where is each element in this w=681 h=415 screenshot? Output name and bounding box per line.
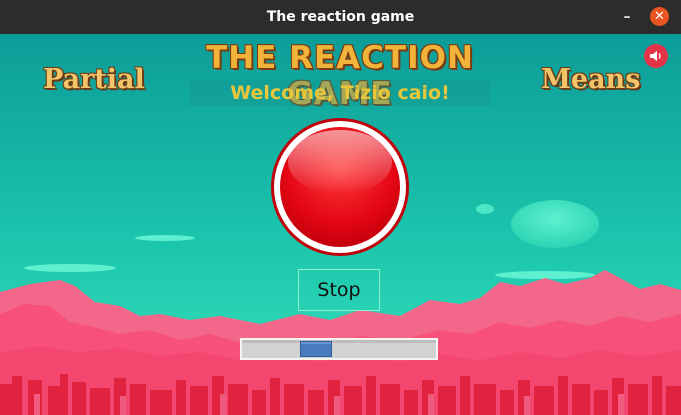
cloud: [495, 271, 595, 279]
welcome-message: Welcome, Tizio caio!: [190, 80, 490, 106]
stop-button[interactable]: Stop: [298, 269, 380, 311]
slider-handle[interactable]: [300, 341, 332, 357]
slider-track: [242, 340, 436, 343]
game-window: The reaction game – ✕ THE REACTION GAME …: [0, 0, 681, 415]
speed-slider[interactable]: [240, 338, 438, 360]
game-scene: THE REACTION GAME Welcome, Tizio caio! P…: [0, 34, 681, 415]
window-titlebar: The reaction game – ✕: [0, 0, 681, 34]
window-title: The reaction game: [266, 9, 415, 25]
cloud: [135, 235, 195, 241]
cloud: [511, 200, 599, 248]
partial-label: Partial: [43, 64, 145, 95]
speaker-icon[interactable]: [644, 44, 668, 68]
reaction-button[interactable]: [270, 117, 410, 257]
close-icon[interactable]: ✕: [650, 7, 669, 26]
minimize-icon[interactable]: –: [618, 8, 636, 26]
cloud: [24, 264, 116, 272]
means-label: Means: [541, 64, 641, 95]
cloud: [476, 204, 494, 214]
